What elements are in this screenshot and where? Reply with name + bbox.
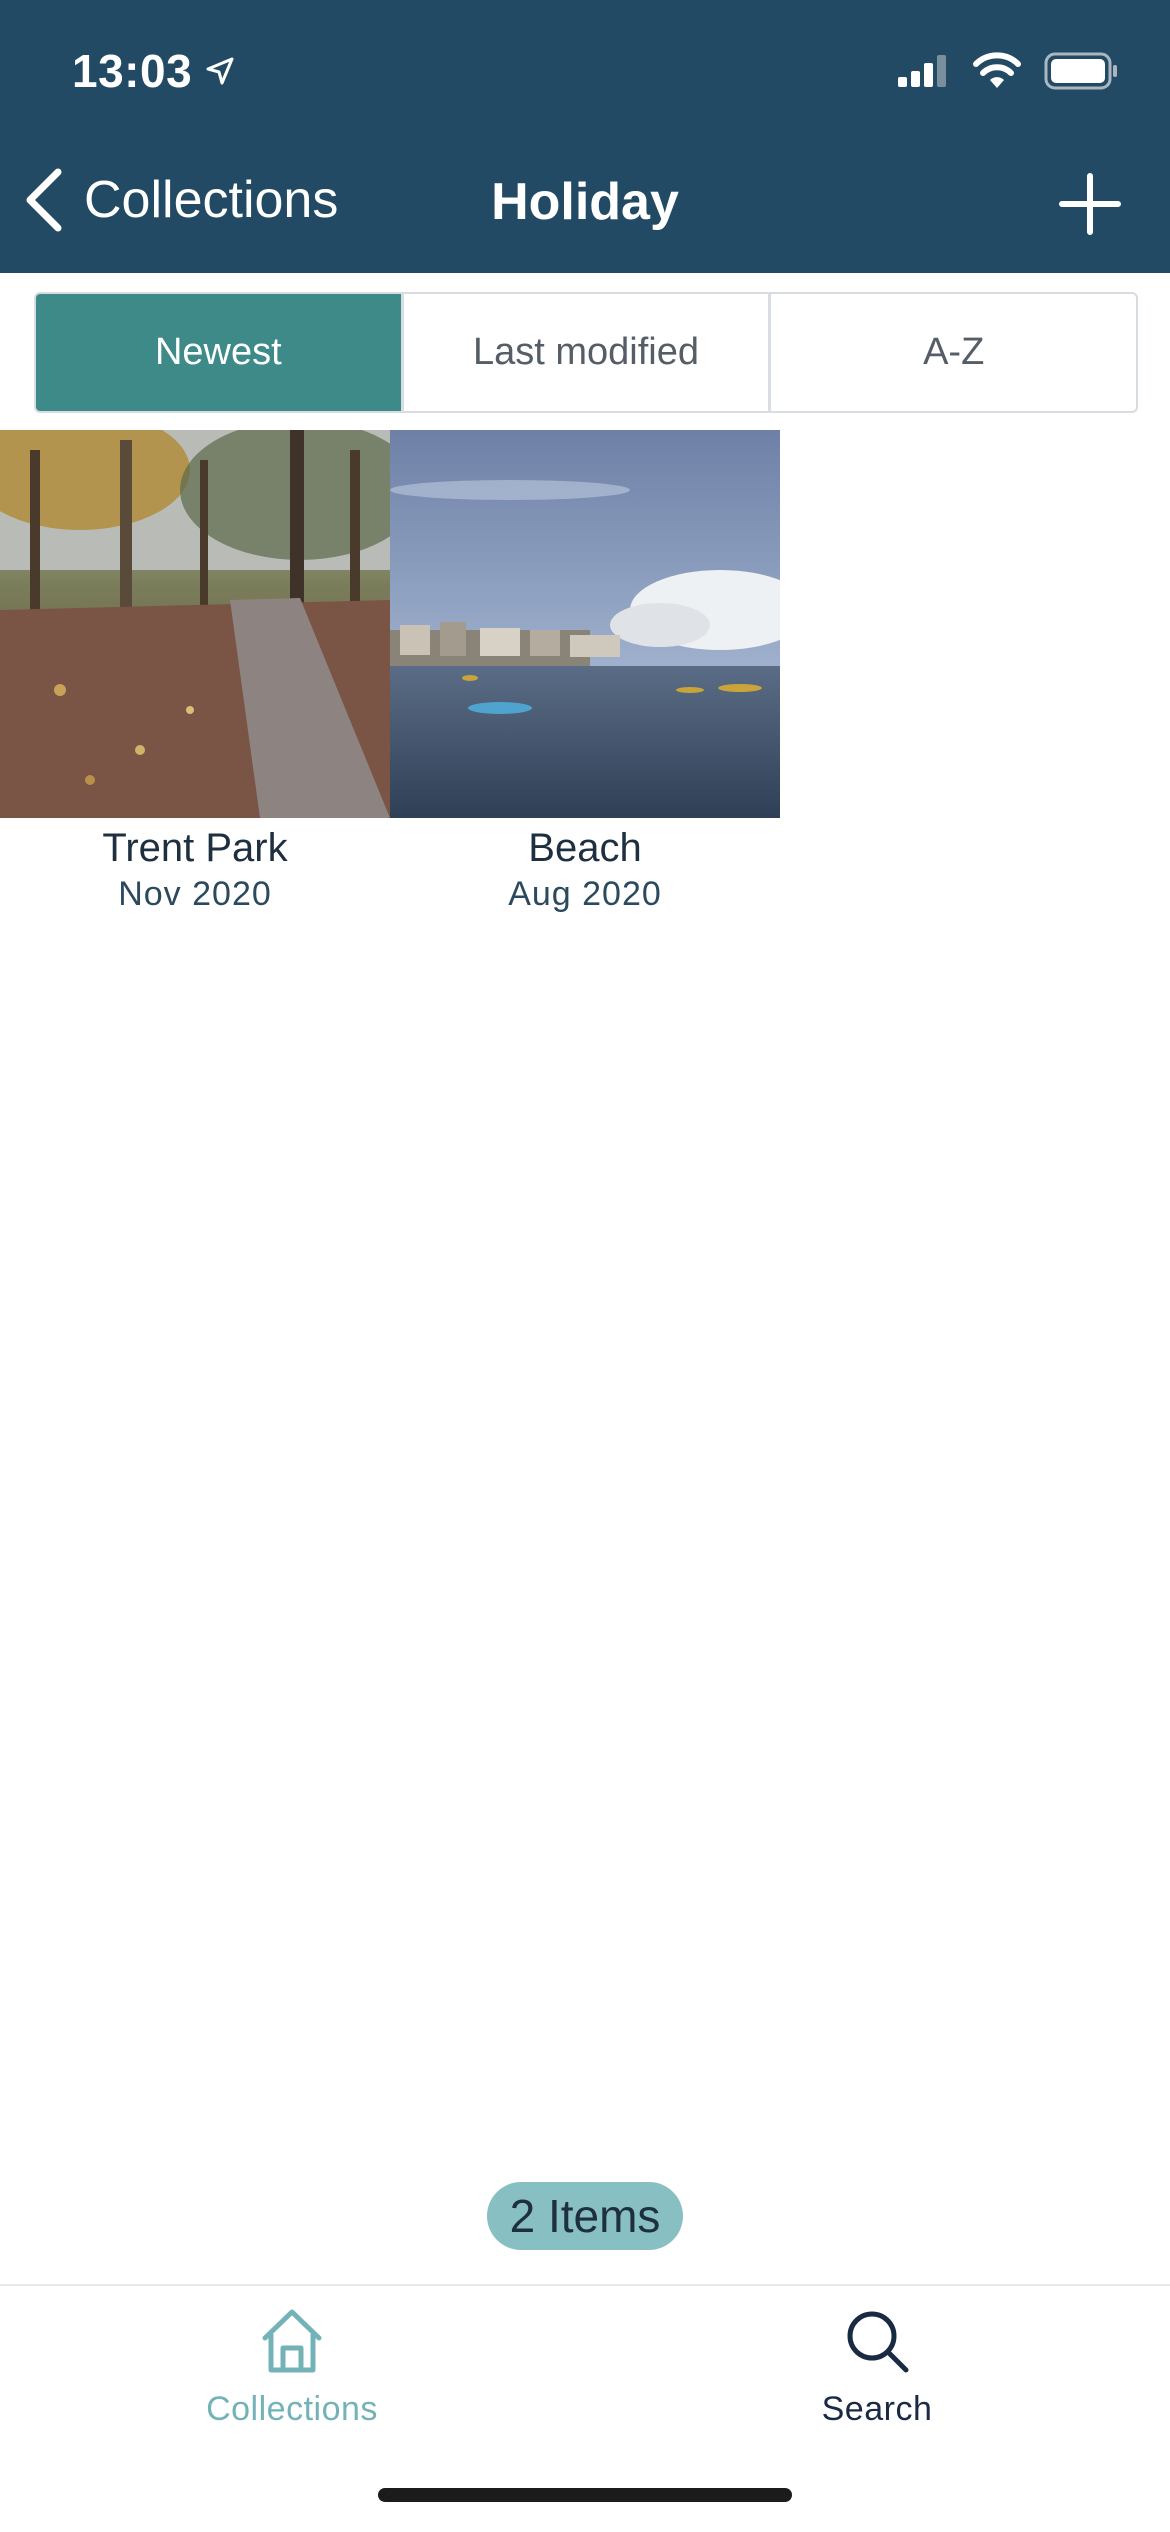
collection-item-date: Aug 2020 — [508, 875, 662, 913]
home-icon — [262, 2309, 322, 2373]
search-icon — [847, 2311, 909, 2373]
collection-item-title: Beach — [528, 826, 642, 870]
collection-item-title: Trent Park — [102, 826, 288, 870]
tab-collections-label: Collections — [206, 2390, 378, 2428]
app-header: 13:03 Collections Holiday — [0, 0, 1170, 273]
battery-icon — [1044, 52, 1117, 90]
wifi-icon — [973, 52, 1021, 88]
sort-tab-last-modified[interactable]: Last modified — [404, 294, 772, 411]
sort-tab-a-z[interactable]: A-Z — [771, 294, 1136, 411]
status-indicators — [896, 52, 1118, 90]
signal-icon — [898, 55, 946, 87]
plus-icon — [1059, 173, 1121, 235]
sort-tab-newest[interactable]: Newest — [36, 294, 404, 411]
tab-search-label: Search — [821, 2390, 933, 2428]
collection-item-beach[interactable]: Beach Aug 2020 — [390, 430, 780, 914]
home-indicator — [378, 2488, 792, 2502]
sort-segmented-control: Newest Last modified A-Z — [34, 292, 1138, 413]
tab-search[interactable]: Search — [727, 2306, 1027, 2429]
collection-item-trent-park[interactable]: Trent Park Nov 2020 — [0, 430, 390, 914]
status-time: 13:03 — [72, 44, 236, 98]
item-count-badge: 2 Items — [487, 2182, 683, 2250]
add-button[interactable] — [1058, 172, 1122, 236]
trent-park-thumbnail — [0, 430, 390, 818]
page-title: Holiday — [491, 173, 679, 231]
beach-thumbnail — [390, 430, 780, 818]
location-arrow-icon — [206, 57, 234, 85]
tab-collections[interactable]: Collections — [142, 2306, 442, 2429]
collection-item-date: Nov 2020 — [118, 875, 272, 913]
status-time-label: 13:03 — [72, 45, 193, 97]
collection-grid: Trent Park Nov 2020 Beach Aug 2020 — [0, 430, 780, 914]
